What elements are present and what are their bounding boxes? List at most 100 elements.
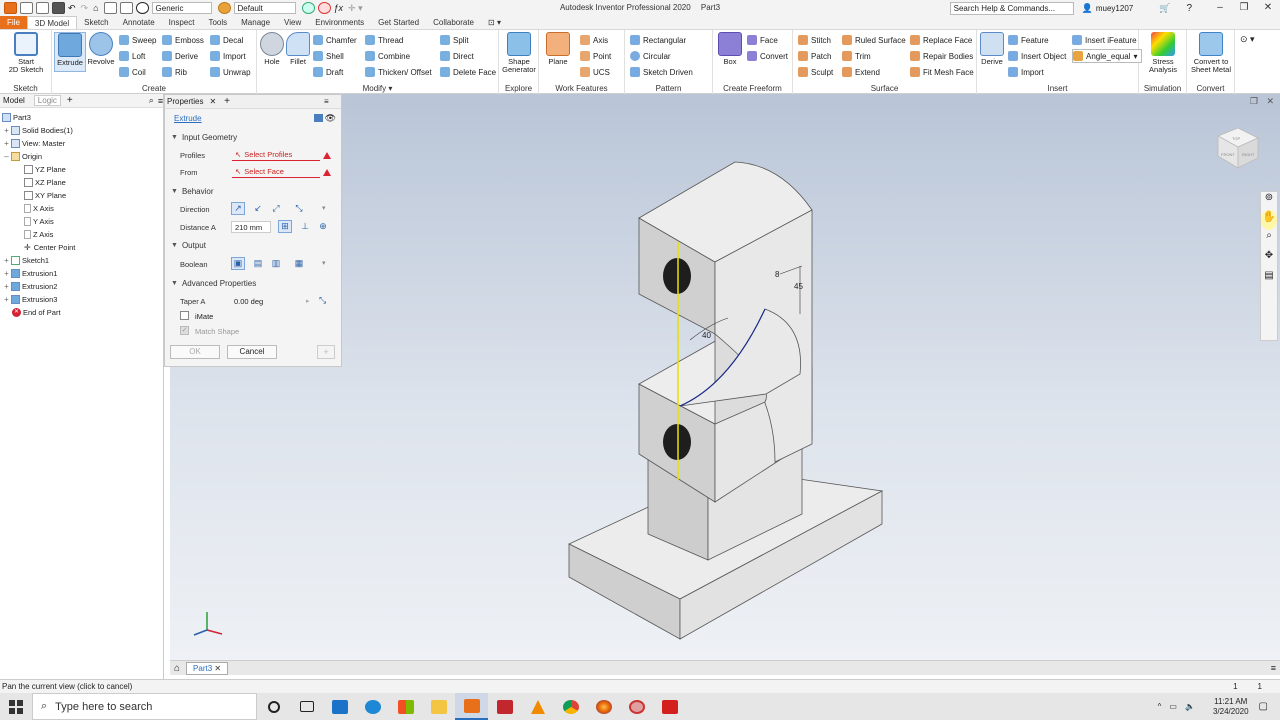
select-icon[interactable] — [119, 2, 133, 14]
ucs-button[interactable]: UCS — [580, 65, 610, 79]
direct-button[interactable]: Direct — [440, 49, 474, 63]
insert-ifeature-button[interactable]: Insert iFeature — [1072, 33, 1137, 47]
direction-flipped-icon[interactable]: ↙ — [251, 202, 265, 215]
document-tab-part3[interactable]: Part3 ✕ — [186, 661, 229, 675]
expand-icon[interactable]: + — [3, 269, 10, 278]
chrome-icon[interactable] — [554, 693, 587, 720]
sketch-driven-button[interactable]: Sketch Driven — [630, 65, 693, 79]
expand-icon[interactable]: + — [3, 126, 10, 135]
chamfer-button[interactable]: Chamfer — [313, 33, 357, 47]
save-icon[interactable] — [52, 2, 65, 14]
convert-sheet-metal-button[interactable]: Convert to Sheet Metal — [1189, 32, 1233, 74]
steering-wheel-icon[interactable]: ⊚ — [1261, 192, 1277, 210]
preview-eye-icon[interactable]: 👁 — [325, 113, 336, 124]
tree-item-part3[interactable]: Part3 — [2, 111, 31, 124]
import-insert-button[interactable]: Import — [1008, 65, 1044, 79]
tree-item-x-axis[interactable]: X Axis — [24, 202, 54, 215]
extent-distance-icon[interactable]: ⊞ — [278, 220, 292, 233]
repair-bodies-button[interactable]: Repair Bodies — [910, 49, 973, 63]
volume-icon[interactable]: 🔈 — [1185, 702, 1195, 711]
boolean-new-solid-icon[interactable]: ▦ — [292, 257, 306, 270]
store-icon[interactable] — [389, 693, 422, 720]
direction-asymmetric-icon[interactable]: ⤡ — [292, 202, 306, 215]
cancel-button[interactable]: Cancel — [227, 345, 277, 359]
minimize-button[interactable]: – — [1208, 0, 1232, 16]
tab-collaborate[interactable]: Collaborate — [426, 16, 481, 29]
boolean-cut-icon[interactable]: ▤ — [251, 257, 265, 270]
firefox-icon[interactable] — [587, 693, 620, 720]
tab-file[interactable]: File — [0, 16, 27, 29]
tab-3d-model[interactable]: 3D Model — [26, 16, 78, 29]
dimension-45[interactable]: 45 — [794, 282, 803, 291]
axis-button[interactable]: Axis — [580, 33, 608, 47]
thread-button[interactable]: Thread — [365, 33, 403, 47]
ruled-surface-button[interactable]: Ruled Surface — [842, 33, 906, 47]
revolve-button[interactable]: Revolve — [86, 32, 116, 66]
profiles-selector[interactable]: ↖ Select Profiles — [232, 149, 320, 161]
appearance-icon[interactable] — [217, 2, 231, 14]
combine-button[interactable]: Combine — [365, 49, 410, 63]
home-icon[interactable]: ⌂ — [93, 3, 98, 13]
apply-add-button[interactable]: + — [317, 345, 335, 359]
close-viewport-icon[interactable]: ✕ — [1266, 96, 1274, 107]
derive-button[interactable]: Derive — [162, 49, 198, 63]
point-button[interactable]: Point — [580, 49, 611, 63]
dimension-8[interactable]: 8 — [775, 270, 780, 279]
appearance-dropdown[interactable]: Default — [233, 2, 296, 14]
tree-item-yz-plane[interactable]: YZ Plane — [24, 163, 66, 176]
face-button[interactable]: Face — [747, 33, 778, 47]
boolean-more-icon[interactable]: ▾ — [322, 259, 326, 267]
inventor-logo-icon[interactable] — [4, 2, 17, 14]
panel-menu-icon[interactable]: ≡ — [324, 97, 329, 106]
from-selector[interactable]: ↖ Select Face — [232, 166, 320, 178]
thicken-button[interactable]: Thicken/ Offset — [365, 65, 432, 79]
update-icon[interactable] — [103, 2, 117, 14]
stress-analysis-button[interactable]: Stress Analysis — [1143, 32, 1183, 74]
tab-annotate[interactable]: Annotate — [116, 16, 162, 29]
task-view-icon[interactable] — [290, 693, 323, 720]
expand-icon[interactable]: + — [3, 256, 10, 265]
taper-flip-icon[interactable]: ⤡ — [319, 295, 326, 306]
direction-symmetric-icon[interactable]: ⤢ — [269, 202, 283, 215]
ok-button[interactable]: OK — [170, 345, 220, 359]
tree-item-y-axis[interactable]: Y Axis — [24, 215, 54, 228]
coil-button[interactable]: Coil — [119, 65, 146, 79]
extend-button[interactable]: Extend — [842, 65, 880, 79]
boolean-join-icon[interactable]: ▣ — [231, 257, 245, 270]
sweep-button[interactable]: Sweep — [119, 33, 156, 47]
material-dropdown[interactable]: Generic — [151, 2, 212, 14]
tab-get-started[interactable]: Get Started — [371, 16, 426, 29]
tab-logic[interactable]: Logic — [33, 95, 61, 106]
pan-icon[interactable]: ✋ — [1261, 210, 1277, 230]
tree-item-origin[interactable]: – Origin — [3, 150, 42, 163]
tab-view[interactable]: View — [277, 16, 308, 29]
trim-button[interactable]: Trim — [842, 49, 871, 63]
loft-button[interactable]: Loft — [119, 49, 145, 63]
tree-item-center-point[interactable]: ✛ Center Point — [24, 241, 75, 254]
section-output[interactable]: ▼ Output — [171, 241, 206, 250]
patch-button[interactable]: Patch — [798, 49, 831, 63]
section-input-geometry[interactable]: ▼ Input Geometry — [171, 133, 237, 142]
direction-default-icon[interactable]: ↗ — [231, 202, 245, 215]
plane-button[interactable]: Plane — [542, 32, 574, 66]
tab-sketch[interactable]: Sketch — [77, 16, 115, 29]
collapse-icon[interactable]: – — [3, 152, 10, 161]
derive-insert-button[interactable]: Derive — [979, 32, 1005, 66]
distance-input[interactable]: 210 mm — [231, 221, 271, 233]
help-icon[interactable]: ? — [1186, 3, 1192, 14]
edge-icon[interactable] — [356, 693, 389, 720]
stitch-button[interactable]: Stitch — [798, 33, 831, 47]
decal-button[interactable]: Decal — [210, 33, 243, 47]
close-button[interactable]: ✕ — [1256, 0, 1280, 16]
dimension-40[interactable]: 40 — [702, 331, 711, 340]
open-file-icon[interactable] — [36, 2, 49, 14]
fillet-button[interactable]: Fillet — [285, 32, 311, 66]
cart-icon[interactable]: 🛒 — [1159, 3, 1170, 14]
rib-button[interactable]: Rib — [162, 65, 187, 79]
user-name[interactable]: muey1207 — [1096, 4, 1133, 13]
match-shape-checkbox[interactable]: ✓ — [180, 326, 189, 335]
notifications-icon[interactable]: ▢ — [1259, 701, 1268, 712]
draft-button[interactable]: Draft — [313, 65, 343, 79]
taskbar-search[interactable]: ⌕ Type here to search — [32, 693, 257, 720]
taper-input[interactable]: 0.00 deg — [231, 295, 301, 307]
